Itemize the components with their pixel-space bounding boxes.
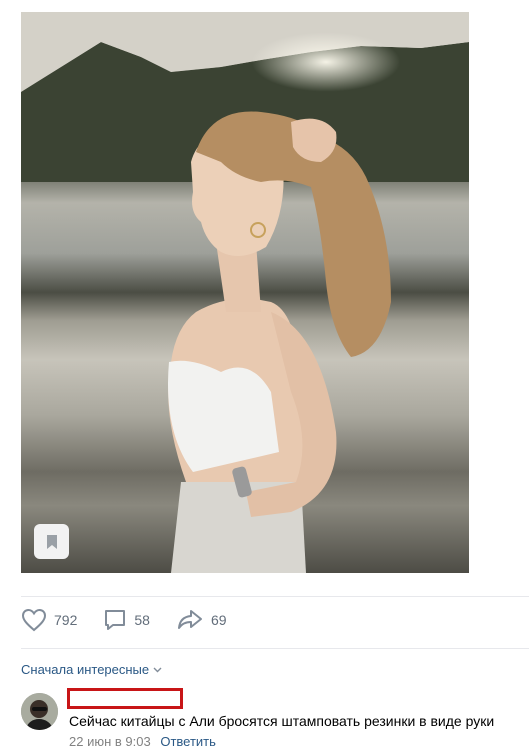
share-count: 69 xyxy=(210,612,227,628)
bookmark-icon xyxy=(46,534,57,549)
comment-date[interactable]: 22 июн в 9:03 xyxy=(69,734,151,749)
sort-label: Сначала интересные xyxy=(21,662,150,677)
heart-icon xyxy=(21,608,47,632)
avatar[interactable] xyxy=(21,693,58,730)
avatar-image xyxy=(21,693,58,730)
post-photo[interactable] xyxy=(21,12,469,573)
comments-sort-dropdown[interactable]: Сначала интересные xyxy=(21,662,162,677)
like-count: 792 xyxy=(54,612,78,628)
like-button[interactable]: 792 xyxy=(21,608,77,632)
divider-bottom xyxy=(21,648,529,649)
reply-button[interactable]: Ответить xyxy=(160,734,216,749)
author-name-redacted[interactable] xyxy=(67,688,183,709)
comment-button[interactable]: 58 xyxy=(103,608,150,632)
post-actions: 792 58 69 xyxy=(21,606,253,634)
comment-count: 58 xyxy=(134,612,150,628)
comment-icon xyxy=(105,610,126,630)
share-arrow-icon xyxy=(177,610,202,629)
comment-meta: 22 июн в 9:03 Ответить xyxy=(69,734,216,749)
woman-figure xyxy=(168,111,391,573)
share-button[interactable]: 69 xyxy=(176,608,227,632)
comment-text: Сейчас китайцы с Али бросятся штамповать… xyxy=(69,713,495,729)
bookmark-button[interactable] xyxy=(34,524,69,559)
chevron-down-icon xyxy=(153,667,162,672)
divider-top xyxy=(21,596,529,597)
